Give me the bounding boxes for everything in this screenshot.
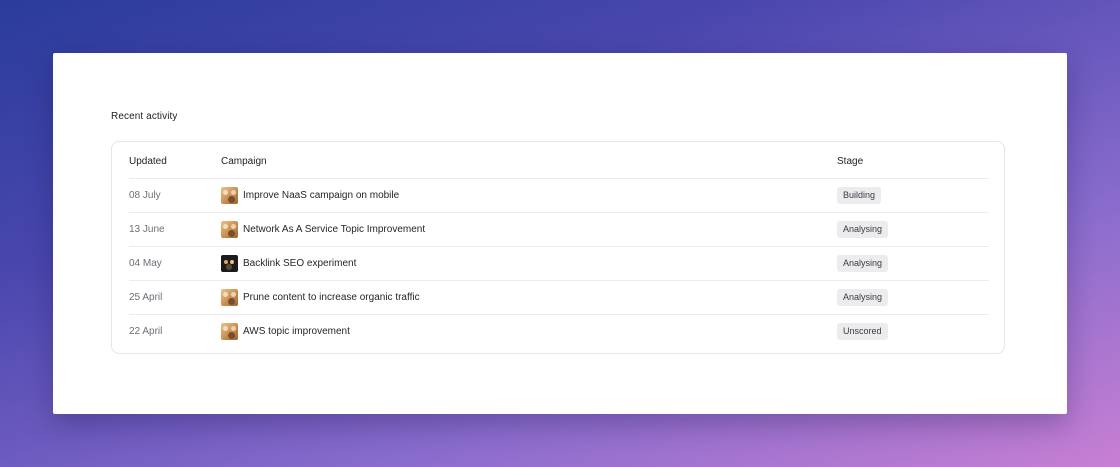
row-campaign[interactable]: Backlink SEO experiment <box>221 246 356 280</box>
row-stage: Building <box>837 178 882 212</box>
campaign-name[interactable]: Backlink SEO experiment <box>243 258 356 269</box>
avatar-warm-icon <box>221 186 238 204</box>
table-row[interactable]: 13 June Network As A Service Topic Impro… <box>129 212 989 247</box>
avatar-warm-icon <box>221 288 238 306</box>
row-campaign[interactable]: Network As A Service Topic Improvement <box>221 212 425 246</box>
campaign-name[interactable]: AWS topic improvement <box>243 326 350 337</box>
table-row[interactable]: 25 April Prune content to increase organ… <box>129 280 989 315</box>
campaign-name[interactable]: Improve NaaS campaign on mobile <box>243 190 399 201</box>
row-updated: 22 April <box>129 325 163 337</box>
table-row[interactable]: 08 July Improve NaaS campaign on mobile … <box>129 178 989 213</box>
row-updated: 08 July <box>129 189 161 201</box>
column-header-updated[interactable]: Updated <box>129 144 167 178</box>
row-campaign[interactable]: AWS topic improvement <box>221 314 350 348</box>
row-campaign[interactable]: Prune content to increase organic traffi… <box>221 280 420 314</box>
stage-badge: Unscored <box>837 322 888 340</box>
row-stage: Analysing <box>837 280 889 314</box>
stage-badge: Analysing <box>837 254 889 272</box>
avatar-warm-icon <box>221 322 238 340</box>
row-stage: Analysing <box>837 246 889 280</box>
row-updated: 25 April <box>129 291 163 303</box>
activity-table: Updated Campaign Stage 08 July Improve N… <box>111 141 1005 354</box>
stage-badge: Building <box>837 186 882 204</box>
table-header: Updated Campaign Stage <box>129 144 989 179</box>
row-updated: 04 May <box>129 257 162 269</box>
column-header-stage[interactable]: Stage <box>837 144 863 178</box>
row-updated: 13 June <box>129 223 165 235</box>
campaign-name[interactable]: Prune content to increase organic traffi… <box>243 292 420 303</box>
row-campaign[interactable]: Improve NaaS campaign on mobile <box>221 178 399 212</box>
avatar-dark-icon <box>221 254 238 272</box>
table-row[interactable]: 04 May Backlink SEO experiment Analysing <box>129 246 989 281</box>
row-stage: Unscored <box>837 314 888 348</box>
campaign-name[interactable]: Network As A Service Topic Improvement <box>243 224 425 235</box>
stage-badge: Analysing <box>837 288 889 306</box>
avatar-warm-icon <box>221 220 238 238</box>
main-panel: Recent activity Updated Campaign Stage 0… <box>53 53 1067 414</box>
section-title: Recent activity <box>111 111 178 122</box>
row-stage: Analysing <box>837 212 889 246</box>
column-header-campaign[interactable]: Campaign <box>221 144 267 178</box>
table-row[interactable]: 22 April AWS topic improvement Unscored <box>129 314 989 348</box>
stage-badge: Analysing <box>837 220 889 238</box>
